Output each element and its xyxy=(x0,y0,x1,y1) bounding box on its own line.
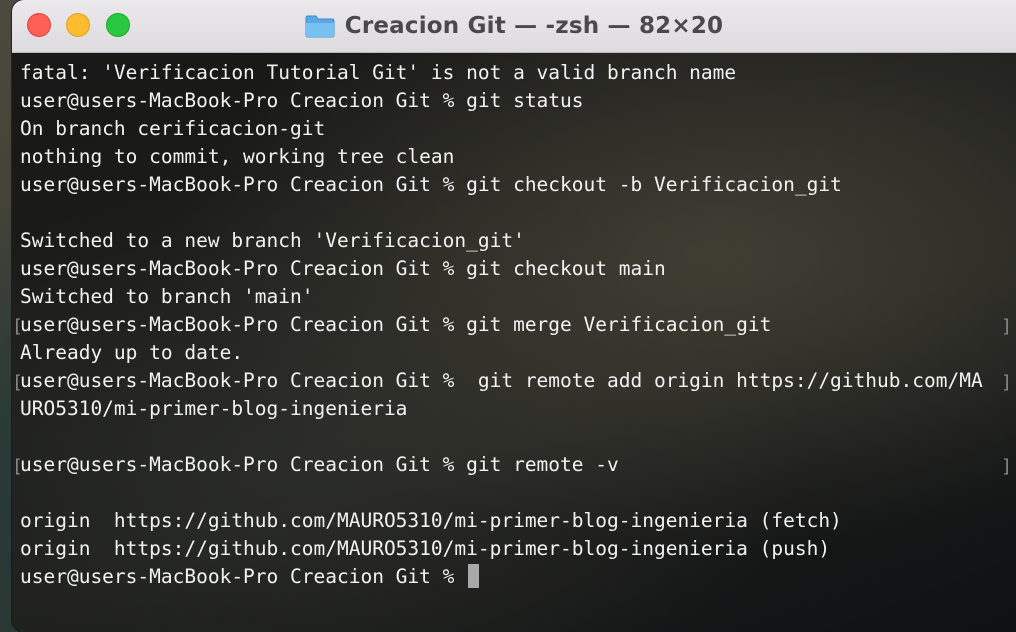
terminal-line: Already up to date. xyxy=(20,339,1008,367)
title-group: Creacion Git — -zsh — 82×20 xyxy=(12,0,1016,52)
terminal-line: Switched to branch 'main' xyxy=(20,283,1008,311)
terminal-content[interactable]: fatal: 'Verificacion Tutorial Git' is no… xyxy=(12,53,1016,632)
prompt-text: user@users-MacBook-Pro Creacion Git % xyxy=(20,565,467,588)
terminal-line: user@users-MacBook-Pro Creacion Git % gi… xyxy=(20,255,1008,283)
terminal-line-text: origin https://github.com/MAURO5310/mi-p… xyxy=(20,537,831,560)
terminal-line-text: fatal: 'Verificacion Tutorial Git' is no… xyxy=(20,61,737,84)
terminal-line: origin https://github.com/MAURO5310/mi-p… xyxy=(20,507,1008,535)
window-title: Creacion Git — -zsh — 82×20 xyxy=(344,13,724,39)
terminal-line-text: nothing to commit, working tree clean xyxy=(20,145,455,168)
terminal-line-text: user@users-MacBook-Pro Creacion Git % gi… xyxy=(20,89,584,112)
terminal-line-text: Already up to date. xyxy=(20,341,244,364)
terminal-line: user@users-MacBook-Pro Creacion Git % gi… xyxy=(20,87,1008,115)
terminal-line: nothing to commit, working tree clean xyxy=(20,143,1008,171)
terminal-line-text: Switched to branch 'main' xyxy=(20,285,314,308)
line-marker-right: ] xyxy=(1001,456,1012,477)
terminal-line-text: user@users-MacBook-Pro Creacion Git % gi… xyxy=(20,453,619,476)
text-cursor xyxy=(468,564,480,588)
terminal-line: [user@users-MacBook-Pro Creacion Git % g… xyxy=(12,451,1012,479)
terminal-line-text: On branch cerificacion-git xyxy=(20,117,326,140)
terminal-line: Switched to a new branch 'Verificacion_g… xyxy=(20,227,1008,255)
terminal-line: On branch cerificacion-git xyxy=(20,115,1008,143)
terminal-line: user@users-MacBook-Pro Creacion Git % gi… xyxy=(20,171,1008,199)
line-marker-left: [ xyxy=(12,456,23,477)
terminal-line: fatal: 'Verificacion Tutorial Git' is no… xyxy=(20,59,1008,87)
terminal-line-text: user@users-MacBook-Pro Creacion Git % gi… xyxy=(20,257,666,280)
line-marker-left: [ xyxy=(12,372,23,393)
terminal-line-text: Switched to a new branch 'Verificacion_g… xyxy=(20,229,525,252)
line-marker-left: [ xyxy=(12,316,23,337)
terminal-line: URO5310/mi-primer-blog-ingenieria xyxy=(20,395,1008,423)
folder-icon xyxy=(305,14,335,38)
terminal-window[interactable]: Creacion Git — -zsh — 82×20 fatal: 'Veri… xyxy=(12,0,1016,632)
line-marker-right: ] xyxy=(1001,316,1012,337)
terminal-line-text: user@users-MacBook-Pro Creacion Git % gi… xyxy=(20,173,842,196)
terminal-line-text: user@users-MacBook-Pro Creacion Git % gi… xyxy=(20,313,772,336)
terminal-line-text: URO5310/mi-primer-blog-ingenieria xyxy=(20,397,408,420)
line-marker-right: ] xyxy=(1001,372,1012,393)
terminal-line: [user@users-MacBook-Pro Creacion Git % g… xyxy=(12,367,1012,395)
terminal-line: origin https://github.com/MAURO5310/mi-p… xyxy=(20,535,1008,563)
prompt-line[interactable]: user@users-MacBook-Pro Creacion Git % xyxy=(20,563,1008,591)
title-bar[interactable]: Creacion Git — -zsh — 82×20 xyxy=(12,0,1016,53)
terminal-line-text: user@users-MacBook-Pro Creacion Git % gi… xyxy=(20,369,983,392)
terminal-output: fatal: 'Verificacion Tutorial Git' is no… xyxy=(12,59,1012,591)
terminal-line: [user@users-MacBook-Pro Creacion Git % g… xyxy=(12,311,1012,339)
terminal-line-text: origin https://github.com/MAURO5310/mi-p… xyxy=(20,509,842,532)
